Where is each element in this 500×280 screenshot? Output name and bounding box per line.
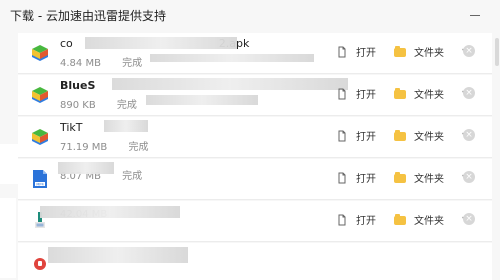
remove-icon[interactable]: × — [463, 45, 475, 57]
download-row[interactable]: MP4 8.07 MB 完成 打开 文件夹 × — [18, 159, 492, 200]
download-status: 完成 — [128, 142, 149, 153]
android-app-icon — [26, 39, 54, 67]
open-file-button[interactable]: 打开 — [336, 212, 376, 227]
open-file-button[interactable]: 打开 — [336, 44, 376, 59]
open-file-button[interactable]: 打开 — [336, 170, 376, 185]
download-status: 完成 — [116, 100, 137, 111]
window-title: 下载 - 云加速由迅雷提供支持 — [10, 8, 166, 23]
document-icon — [336, 46, 348, 58]
folder-icon — [394, 88, 406, 99]
remove-icon[interactable]: × — [463, 171, 475, 183]
download-row[interactable]: BlueS 890 KB 完成 打开 文件夹 ▼ — [18, 75, 492, 116]
remove-icon[interactable]: × — [463, 129, 475, 141]
download-row[interactable]: TikT 71.19 MB 完成 打开 文件夹 ▼ — [18, 117, 492, 158]
scrollbar-thumb[interactable] — [495, 38, 499, 66]
folder-icon — [394, 130, 406, 141]
open-folder-button[interactable]: 文件夹 — [394, 86, 444, 101]
download-status: 完成 — [122, 171, 143, 182]
download-row[interactable]: 42.04 MB 打开 文件夹 ▼ × — [18, 201, 492, 242]
scrollbar[interactable] — [494, 32, 500, 280]
document-icon — [336, 172, 348, 184]
remove-icon[interactable]: × — [463, 213, 475, 225]
android-app-icon — [26, 123, 54, 151]
folder-icon — [394, 214, 406, 225]
open-file-button[interactable]: 打开 — [336, 86, 376, 101]
android-app-icon — [26, 81, 54, 109]
document-icon — [336, 130, 348, 142]
svg-text:MP4: MP4 — [36, 182, 44, 186]
open-file-button[interactable]: 打开 — [336, 128, 376, 143]
file-name: TikT — [60, 121, 83, 134]
open-folder-button[interactable]: 文件夹 — [394, 212, 444, 227]
open-folder-button[interactable]: 文件夹 — [394, 128, 444, 143]
document-icon — [336, 214, 348, 226]
download-window: 下载 - 云加速由迅雷提供支持 co2.apk 4.84 MB 完成 — [0, 0, 500, 280]
open-folder-button[interactable]: 文件夹 — [394, 170, 444, 185]
remove-icon[interactable]: × — [463, 87, 475, 99]
file-size: 71.19 MB — [60, 142, 108, 153]
download-status: 完成 — [122, 58, 143, 69]
download-row[interactable]: co2.apk 4.84 MB 完成 打开 文件夹 — [18, 33, 492, 74]
file-size: 4.84 MB — [60, 58, 101, 69]
title-bar: 下载 - 云加速由迅雷提供支持 — [0, 0, 500, 30]
minimize-button[interactable] — [470, 14, 480, 16]
download-list: co2.apk 4.84 MB 完成 打开 文件夹 — [18, 33, 492, 280]
download-row-partial[interactable] — [18, 243, 492, 280]
folder-icon — [394, 172, 406, 183]
open-folder-button[interactable]: 文件夹 — [394, 44, 444, 59]
file-size: 890 KB — [60, 100, 96, 111]
document-icon — [336, 88, 348, 100]
folder-icon — [394, 46, 406, 57]
mp4-file-icon: MP4 — [26, 165, 54, 193]
